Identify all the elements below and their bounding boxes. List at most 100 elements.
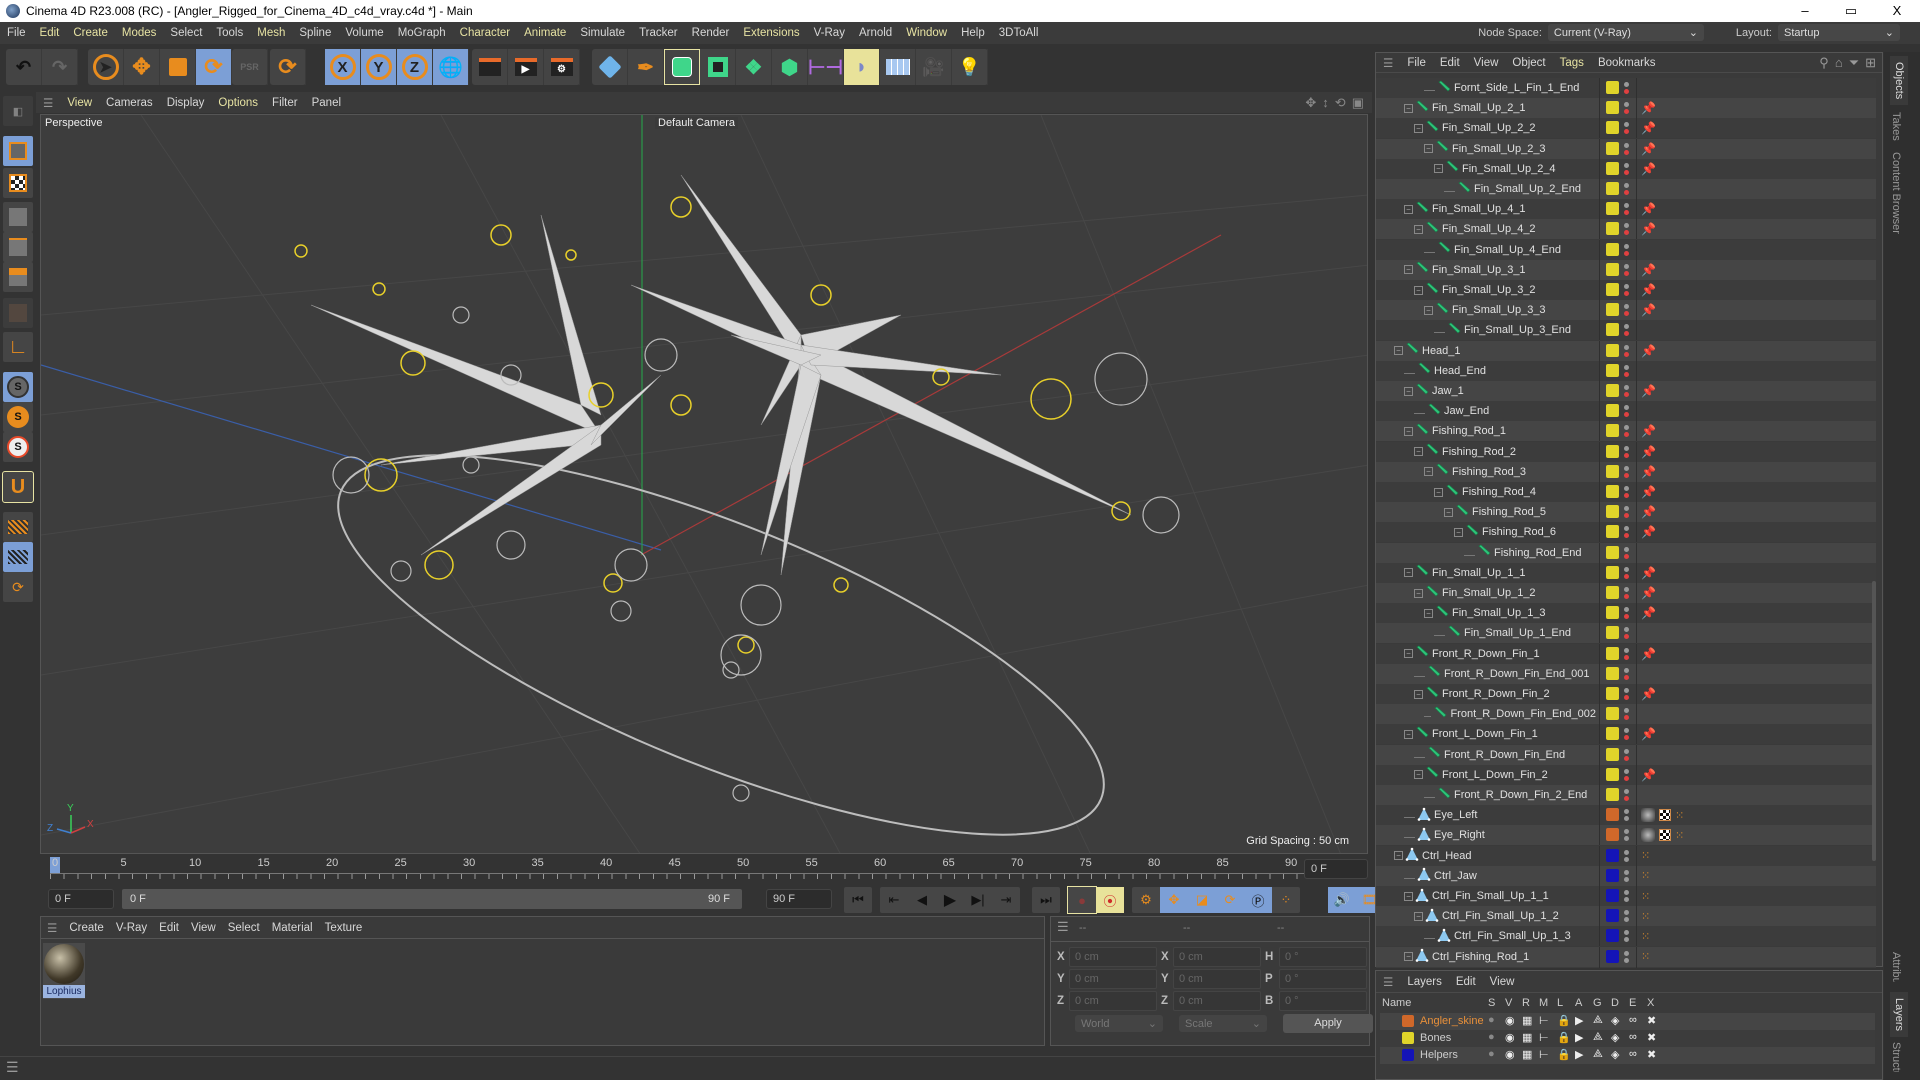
key-pla-button[interactable]: ⁘ xyxy=(1272,887,1300,913)
render-visibility-dot[interactable] xyxy=(1624,250,1629,256)
render-visibility-dot[interactable] xyxy=(1624,230,1629,236)
solo-icon[interactable]: ● xyxy=(1488,1031,1495,1043)
editor-visibility-dot[interactable] xyxy=(1624,425,1629,431)
layer-name[interactable]: Angler_skine xyxy=(1420,1015,1484,1027)
editor-visibility-dot[interactable] xyxy=(1624,849,1629,855)
layer-color-swatch[interactable] xyxy=(1606,646,1619,660)
object-name[interactable]: Front_L_Down_Fin_1 xyxy=(1432,728,1538,740)
editor-visibility-dot[interactable] xyxy=(1624,304,1629,310)
object-row[interactable]: − Fin_Small_Up_3_1 📌 xyxy=(1376,259,1876,280)
key-rotation-button[interactable]: ⟳ xyxy=(1216,887,1244,913)
material-menu-select[interactable]: Select xyxy=(222,922,266,934)
go-to-start-button[interactable]: ⏮ xyxy=(844,887,872,913)
layer-col-m[interactable]: M xyxy=(1539,997,1548,1009)
editor-visibility-dot[interactable] xyxy=(1624,344,1629,350)
tab-layers[interactable]: Layers xyxy=(1890,992,1908,1038)
render-visibility-dot[interactable] xyxy=(1624,190,1629,195)
layer-color-swatch[interactable] xyxy=(1606,343,1619,357)
ik-tag-icon[interactable]: 📌 xyxy=(1641,344,1656,358)
editor-visibility-dot[interactable] xyxy=(1624,263,1629,269)
ik-tag-icon[interactable]: 📌 xyxy=(1641,647,1656,661)
ik-tag-icon[interactable]: 📌 xyxy=(1641,768,1656,782)
layer-name[interactable]: Helpers xyxy=(1420,1049,1458,1061)
deformer-icon[interactable]: ◈ xyxy=(1611,1014,1619,1027)
editor-visibility-dot[interactable] xyxy=(1624,486,1629,491)
field-button[interactable]: ◗ xyxy=(844,49,880,85)
layer-color-swatch[interactable] xyxy=(1402,1015,1414,1027)
layer-col-x[interactable]: X xyxy=(1647,997,1654,1009)
render-visibility-dot[interactable] xyxy=(1624,755,1629,761)
deformer-icon[interactable]: ◈ xyxy=(1611,1048,1619,1061)
layer-color-swatch[interactable] xyxy=(1606,626,1619,640)
object-row[interactable]: Ctrl_Fin_Small_Up_1_3 ⁙ xyxy=(1376,926,1876,947)
editor-visibility-dot[interactable] xyxy=(1624,748,1629,754)
render-visibility-dot[interactable] xyxy=(1624,553,1629,559)
menu-volume[interactable]: Volume xyxy=(338,27,390,39)
editor-visibility-dot[interactable] xyxy=(1624,607,1629,613)
object-name[interactable]: Fin_Small_Up_2_1 xyxy=(1432,102,1526,114)
render-icon[interactable]: ▦ xyxy=(1522,1048,1532,1061)
editor-visibility-dot[interactable] xyxy=(1624,465,1629,471)
snap-button[interactable]: S xyxy=(3,372,33,402)
render-visibility-dot[interactable] xyxy=(1624,856,1629,862)
object-name[interactable]: Front_R_Down_Fin_2_End xyxy=(1454,789,1587,801)
rot-b-field[interactable]: 0 ° xyxy=(1279,991,1367,1011)
size-y-field[interactable]: 0 cm xyxy=(1173,969,1261,989)
editor-visibility-dot[interactable] xyxy=(1624,546,1629,552)
deformer-button[interactable]: ⊢⊣ xyxy=(808,49,844,85)
x-axis-lock-button[interactable]: X xyxy=(325,49,361,85)
object-menu-tags[interactable]: Tags xyxy=(1553,57,1591,69)
layer-color-swatch[interactable] xyxy=(1606,424,1619,438)
menu-help[interactable]: Help xyxy=(954,27,992,39)
xref-icon[interactable]: ✖ xyxy=(1647,1031,1656,1044)
object-name[interactable]: Fin_Small_Up_1_End xyxy=(1464,627,1571,639)
size-z-field[interactable]: 0 cm xyxy=(1173,991,1261,1011)
render-visibility-dot[interactable] xyxy=(1624,513,1629,519)
object-name[interactable]: Fin_Small_Up_1_1 xyxy=(1432,567,1526,579)
editor-visibility-dot[interactable] xyxy=(1624,728,1629,734)
collapse-toggle[interactable]: − xyxy=(1434,487,1443,497)
visibility-icon[interactable]: ◉ xyxy=(1505,1048,1515,1061)
material-menu-view[interactable]: View xyxy=(185,922,222,934)
render-view-button[interactable] xyxy=(472,49,508,85)
pan-view-icon[interactable]: ✥ xyxy=(1305,95,1316,111)
layer-row[interactable]: Bones ● ◉ ▦ ⊢ 🔒 ▶ ⟁ ◈ ∞ ✖ xyxy=(1380,1030,1875,1047)
object-name[interactable]: Fishing_Rod_3 xyxy=(1452,466,1526,478)
object-name[interactable]: Fin_Small_Up_4_1 xyxy=(1432,203,1526,215)
edges-mode-button[interactable] xyxy=(3,232,33,262)
timeline-ruler[interactable]: 0 5 10 15 20 25 30 35 40 45 50 55 60 65 70 75 80 85 90 0 F xyxy=(36,855,1372,885)
layer-color-swatch[interactable] xyxy=(1402,1032,1414,1044)
manager-icon[interactable]: ⊢ xyxy=(1539,1048,1549,1061)
floor-button[interactable] xyxy=(880,49,916,85)
menu-create[interactable]: Create xyxy=(66,27,115,39)
object-name[interactable]: Head_End xyxy=(1434,365,1486,377)
tab-content-browser[interactable]: Content Browser xyxy=(1890,152,1902,234)
object-name[interactable]: Fin_Small_Up_1_3 xyxy=(1452,607,1546,619)
status-menu-icon[interactable]: ☰ xyxy=(6,1059,19,1076)
viewport-menu-options[interactable]: Options xyxy=(211,97,265,109)
object-menu-bookmarks[interactable]: Bookmarks xyxy=(1591,57,1663,69)
ik-tag-icon[interactable]: 📌 xyxy=(1641,485,1656,499)
select-tool-button[interactable]: ➤ xyxy=(88,49,124,85)
layers-menu-layers[interactable]: Layers xyxy=(1400,976,1449,988)
render-visibility-dot[interactable] xyxy=(1624,836,1629,842)
collapse-toggle[interactable]: − xyxy=(1404,891,1413,901)
key-position-button[interactable]: ✥ xyxy=(1160,887,1188,913)
layer-color-swatch[interactable] xyxy=(1606,747,1619,761)
rot-h-field[interactable]: 0 ° xyxy=(1279,947,1367,967)
editor-visibility-dot[interactable] xyxy=(1624,82,1629,87)
collapse-toggle[interactable]: − xyxy=(1424,305,1433,315)
layer-color-swatch[interactable] xyxy=(1606,525,1619,539)
render-visibility-dot[interactable] xyxy=(1624,573,1629,579)
render-visibility-dot[interactable] xyxy=(1624,876,1629,882)
layer-color-swatch[interactable] xyxy=(1606,242,1619,256)
layer-color-swatch[interactable] xyxy=(1606,707,1619,721)
viewport-menu-icon[interactable]: ☰ xyxy=(36,96,60,110)
menu-arnold[interactable]: Arnold xyxy=(852,27,899,39)
ik-tag-icon[interactable]: 📌 xyxy=(1641,303,1656,317)
editor-visibility-dot[interactable] xyxy=(1624,243,1629,249)
magnet-button[interactable]: U xyxy=(2,471,34,503)
camera-button[interactable]: 🎥 xyxy=(916,49,952,85)
render-visibility-dot[interactable] xyxy=(1624,371,1629,377)
tab-objects[interactable]: Objects xyxy=(1890,56,1908,106)
